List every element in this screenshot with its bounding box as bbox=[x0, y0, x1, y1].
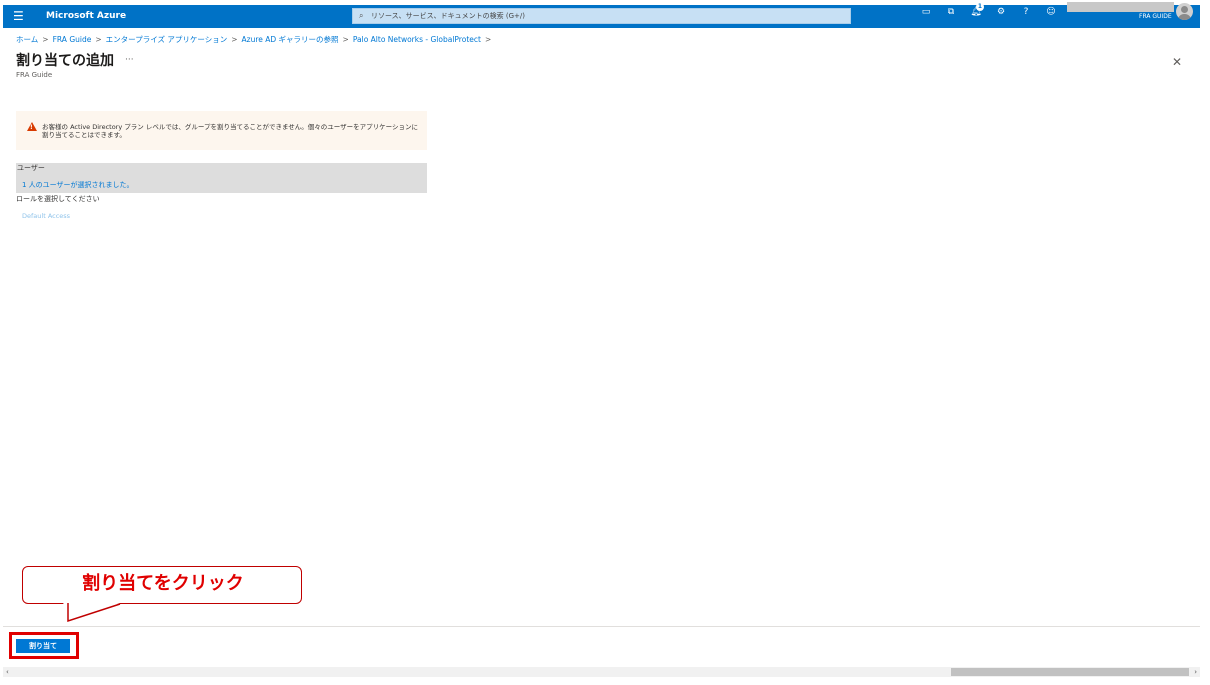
chevron-right-icon: > bbox=[231, 35, 238, 44]
chevron-right-icon: > bbox=[484, 35, 492, 44]
chevron-right-icon: > bbox=[95, 35, 102, 44]
page-subtitle: FRA Guide bbox=[16, 71, 53, 79]
warning-text: お客様の Active Directory プラン レベルでは、グループを割り当… bbox=[42, 123, 418, 139]
role-value: Default Access bbox=[22, 212, 71, 220]
role-label[interactable]: ロールを選択してください bbox=[16, 195, 100, 204]
directory-filter-icon[interactable]: ⧉ bbox=[945, 6, 957, 18]
chevron-right-icon: > bbox=[342, 35, 349, 44]
search-icon: ⌕ bbox=[359, 11, 364, 20]
feedback-icon[interactable]: ☺ bbox=[1045, 6, 1057, 18]
notification-badge: 1 bbox=[976, 3, 984, 11]
account-info-redacted[interactable] bbox=[1067, 2, 1174, 12]
warning-banner: ! お客様の Active Directory プラン レベルでは、グループを割… bbox=[16, 111, 427, 150]
search-placeholder: リソース、サービス、ドキュメントの検索 (G+/) bbox=[371, 12, 525, 20]
users-selector[interactable]: ユーザー 1 人のユーザーが選択されました。 bbox=[16, 163, 427, 193]
users-selected-link[interactable]: 1 人のユーザーが選択されました。 bbox=[22, 181, 134, 190]
callout-tail bbox=[63, 602, 121, 623]
breadcrumb-gallery[interactable]: Azure AD ギャラリーの参照 bbox=[242, 35, 339, 44]
breadcrumb: ホーム > FRA Guide > エンタープライズ アプリケーション > Azure AD… bbox=[16, 35, 495, 45]
more-options-icon[interactable]: ··· bbox=[125, 54, 134, 66]
horizontal-scrollbar[interactable]: ‹ › bbox=[3, 667, 1200, 677]
scroll-left-icon[interactable]: ‹ bbox=[6, 667, 9, 677]
help-icon[interactable]: ? bbox=[1020, 6, 1032, 18]
users-label: ユーザー bbox=[17, 164, 45, 172]
account-name[interactable]: FRA GUIDE bbox=[1139, 13, 1172, 21]
page-title: 割り当ての追加 bbox=[16, 53, 114, 69]
footer-divider bbox=[3, 626, 1200, 627]
breadcrumb-app[interactable]: Palo Alto Networks - GlobalProtect bbox=[353, 35, 481, 44]
breadcrumb-tenant[interactable]: FRA Guide bbox=[53, 35, 92, 44]
breadcrumb-enterprise-apps[interactable]: エンタープライズ アプリケーション bbox=[106, 35, 228, 44]
search-input[interactable]: ⌕ リソース、サービス、ドキュメントの検索 (G+/) bbox=[352, 8, 851, 24]
scroll-right-icon[interactable]: › bbox=[1194, 667, 1197, 677]
assign-button[interactable]: 割り当て bbox=[16, 639, 70, 653]
scrollbar-thumb[interactable] bbox=[951, 668, 1189, 676]
instruction-callout: 割り当てをクリック bbox=[22, 566, 302, 604]
chevron-right-icon: > bbox=[42, 35, 49, 44]
avatar[interactable] bbox=[1176, 3, 1193, 20]
cloud-shell-icon[interactable]: ▭ bbox=[920, 6, 932, 18]
callout-text: 割り当てをクリック bbox=[82, 573, 244, 594]
hamburger-icon[interactable]: ☰ bbox=[13, 8, 29, 24]
settings-icon[interactable]: ⚙ bbox=[995, 6, 1007, 18]
breadcrumb-home[interactable]: ホーム bbox=[16, 35, 38, 44]
brand-label[interactable]: Microsoft Azure bbox=[46, 9, 126, 24]
close-icon[interactable]: ✕ bbox=[1172, 55, 1182, 69]
